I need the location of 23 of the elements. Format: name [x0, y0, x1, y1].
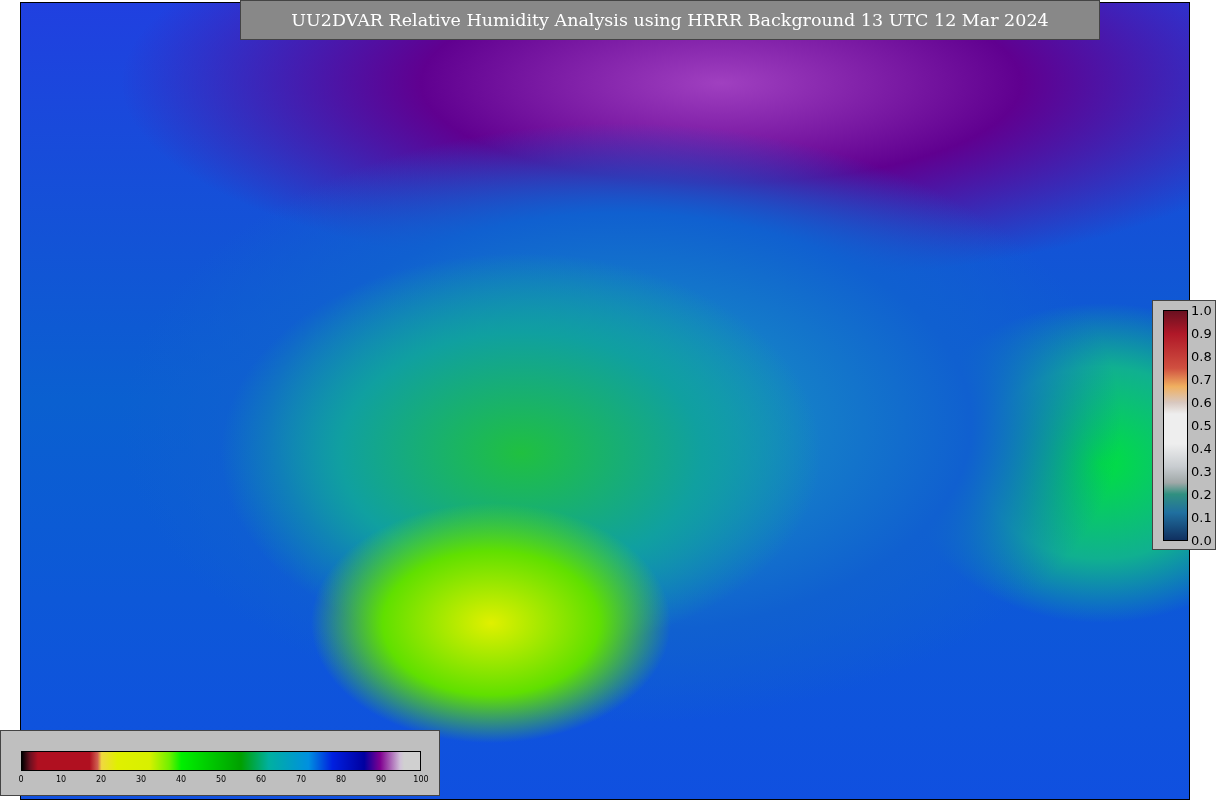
colorbar-tick-label: 0.9 [1191, 325, 1212, 341]
colorbar-tick-label: 40 [175, 775, 187, 784]
colorbar-tick-label: 90 [375, 775, 387, 784]
colorbar-tick-label: 0.8 [1191, 348, 1212, 364]
colorbar-tick-label: 0.7 [1191, 371, 1212, 387]
colorbar-tick-label: 30 [135, 775, 147, 784]
map-title: UU2DVAR Relative Humidity Analysis using HRRR Background 13 UTC 12 Mar 2024 [240, 0, 1100, 40]
colorbar-tick-label: 0.1 [1191, 509, 1212, 525]
colorbar-tick-label: 20 [95, 775, 107, 784]
colorbar-tick-label: 100 [413, 775, 429, 784]
colorbar-tick-label: 70 [295, 775, 307, 784]
colorbar-tick-label: 0.6 [1191, 394, 1212, 410]
colorbar-tick-label: 0.3 [1191, 463, 1212, 479]
colorbar-tick-label: 80 [335, 775, 347, 784]
colorbar-tick-label: 1.0 [1191, 302, 1212, 318]
colorbar-tick-label: 0 [18, 775, 24, 784]
colorbar-tick-label: 0.2 [1191, 486, 1212, 502]
colorbar-tick-label: 0.0 [1191, 532, 1212, 548]
colorbar-tick-label: 60 [255, 775, 267, 784]
colorbar-tick-label: 0.4 [1191, 440, 1212, 456]
colorbar-tick-label: 50 [215, 775, 227, 784]
colorbar-tick-label: 10 [55, 775, 67, 784]
colorbar-tick-label: 0.5 [1191, 417, 1212, 433]
